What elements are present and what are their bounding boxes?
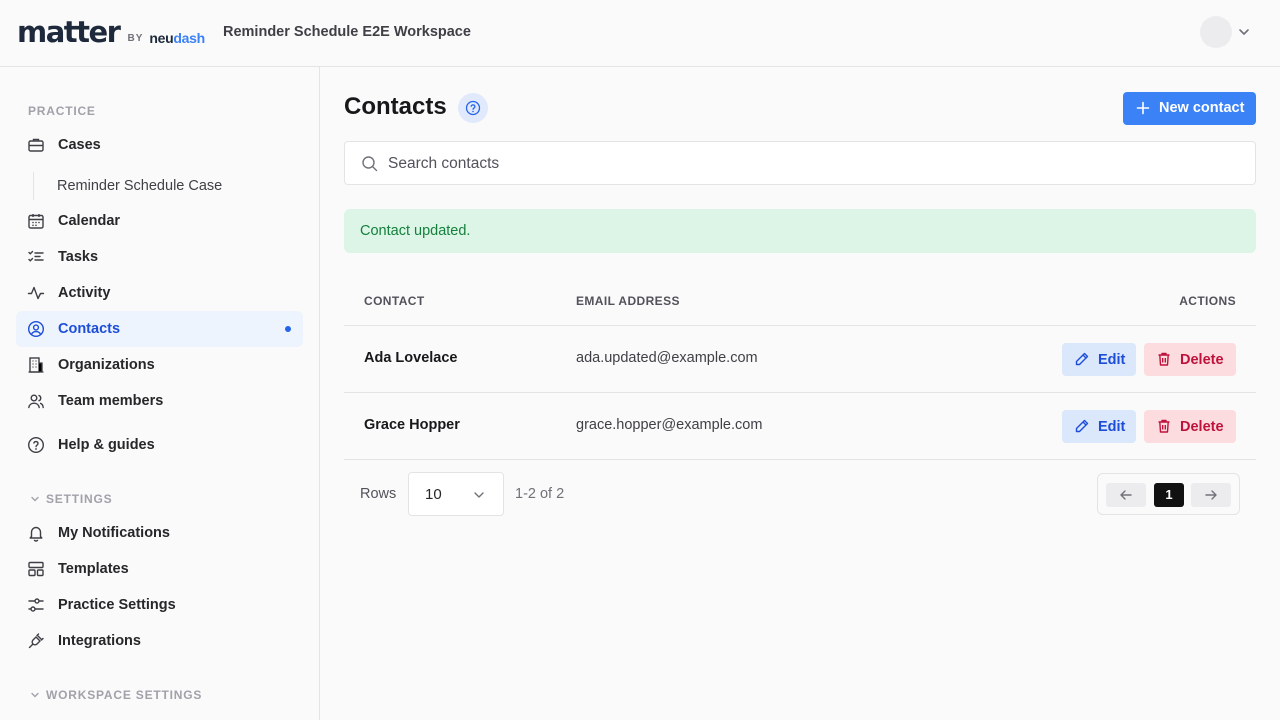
- tasks-icon: [28, 250, 44, 262]
- row-divider: [344, 325, 1256, 326]
- sidebar-item-label: Activity: [58, 285, 111, 301]
- help-button[interactable]: [458, 93, 488, 123]
- logo-text: matter: [17, 15, 121, 49]
- page-title: Contacts: [344, 93, 447, 120]
- sidebar-item-label: Organizations: [58, 357, 155, 373]
- sub-item-divider: [33, 172, 34, 200]
- sidebar-item-organizations[interactable]: Organizations: [16, 347, 303, 383]
- row-divider: [344, 392, 1256, 393]
- sidebar-item-calendar[interactable]: Calendar: [16, 203, 303, 239]
- sidebar-item-tasks[interactable]: Tasks: [16, 239, 303, 275]
- trash-icon: [1158, 419, 1170, 433]
- sidebar-item-practice-settings[interactable]: Practice Settings: [16, 587, 303, 623]
- sidebar-item-templates[interactable]: Templates: [16, 551, 303, 587]
- search-input[interactable]: [388, 153, 1188, 175]
- row-divider: [344, 459, 1256, 460]
- delete-label: Delete: [1180, 419, 1224, 435]
- column-header-actions: ACTIONS: [1179, 294, 1236, 308]
- sidebar-item-label: Practice Settings: [58, 597, 176, 613]
- sidebar-subitem-reminder-schedule-case[interactable]: Reminder Schedule Case: [57, 178, 222, 194]
- sidebar: PRACTICE Cases Reminder Schedule Case Ca…: [0, 67, 320, 720]
- pencil-icon: [1075, 419, 1089, 433]
- help-icon: [27, 436, 45, 454]
- contact-name[interactable]: Grace Hopper: [364, 417, 460, 433]
- delete-label: Delete: [1180, 352, 1224, 368]
- logo-brand-part-a: neu: [149, 30, 174, 46]
- section-label-settings[interactable]: SETTINGS: [46, 492, 112, 506]
- next-page-button[interactable]: [1191, 483, 1231, 507]
- edit-button[interactable]: Edit: [1062, 343, 1136, 376]
- sidebar-item-team-members[interactable]: Team members: [16, 383, 303, 419]
- sidebar-item-integrations[interactable]: Integrations: [16, 623, 303, 659]
- pagination: 1: [1097, 473, 1240, 515]
- help-icon: [465, 100, 481, 116]
- sidebar-item-activity[interactable]: Activity: [16, 275, 303, 311]
- logo-by: BY: [127, 33, 144, 44]
- workspace-title: Reminder Schedule E2E Workspace: [223, 24, 471, 40]
- delete-button[interactable]: Delete: [1144, 343, 1236, 376]
- new-contact-label: New contact: [1159, 100, 1245, 116]
- contacts-icon: [27, 320, 45, 338]
- active-indicator-dot: [285, 326, 291, 332]
- sidebar-item-label: My Notifications: [58, 525, 170, 541]
- previous-page-button[interactable]: [1106, 483, 1146, 507]
- success-toast: Contact updated.: [344, 209, 1256, 253]
- sidebar-item-label: Cases: [58, 137, 101, 153]
- chevron-down-icon[interactable]: [29, 689, 41, 701]
- rows-label: Rows: [360, 486, 397, 502]
- sliders-icon: [28, 598, 44, 612]
- chevron-down-icon[interactable]: [29, 493, 41, 505]
- edit-button[interactable]: Edit: [1062, 410, 1136, 443]
- arrow-left-icon: [1120, 490, 1132, 500]
- search-icon: [362, 156, 378, 172]
- briefcase-icon: [28, 138, 44, 152]
- avatar[interactable]: [1200, 16, 1232, 48]
- sidebar-item-label: Help & guides: [58, 437, 155, 453]
- activity-icon: [27, 286, 45, 300]
- calendar-icon: [28, 214, 44, 229]
- bell-icon: [29, 526, 43, 542]
- column-header-email: EMAIL ADDRESS: [576, 294, 680, 308]
- edit-label: Edit: [1098, 352, 1126, 368]
- page-button-current[interactable]: 1: [1154, 483, 1184, 507]
- sidebar-item-label: Templates: [58, 561, 129, 577]
- sidebar-item-contacts[interactable]: Contacts: [16, 311, 303, 347]
- sidebar-item-my-notifications[interactable]: My Notifications: [16, 515, 303, 551]
- top-bar: matter BY neudash Reminder Schedule E2E …: [0, 0, 1280, 67]
- contact-email: grace.hopper@example.com: [576, 417, 763, 433]
- logo-brand: neudash: [149, 30, 205, 46]
- search-box[interactable]: [344, 141, 1256, 185]
- contact-email: ada.updated@example.com: [576, 350, 758, 366]
- new-contact-button[interactable]: New contact: [1123, 92, 1256, 125]
- section-label-practice: PRACTICE: [28, 104, 96, 118]
- sidebar-item-label: Tasks: [58, 249, 99, 265]
- sidebar-item-label: Calendar: [58, 213, 121, 229]
- logo-brand-part-b: dash: [173, 30, 205, 46]
- rows-per-page-select[interactable]: 10: [408, 472, 504, 516]
- pencil-icon: [1075, 352, 1089, 366]
- building-icon: [28, 357, 44, 373]
- edit-label: Edit: [1098, 419, 1126, 435]
- pagination-range: 1-2 of 2: [515, 486, 565, 502]
- sidebar-item-label: Contacts: [58, 321, 121, 337]
- plug-icon: [28, 633, 44, 649]
- team-icon: [28, 394, 44, 409]
- sidebar-item-help[interactable]: Help & guides: [16, 427, 303, 463]
- section-label-workspace-settings[interactable]: WORKSPACE SETTINGS: [46, 688, 202, 702]
- rows-per-page-value: 10: [425, 486, 442, 503]
- app-logo[interactable]: matter BY neudash: [17, 17, 205, 47]
- column-header-contact: CONTACT: [364, 294, 425, 308]
- trash-icon: [1158, 352, 1170, 366]
- sidebar-item-cases[interactable]: Cases: [16, 127, 303, 163]
- sidebar-item-label: Integrations: [58, 633, 141, 649]
- sidebar-item-label: Team members: [58, 393, 164, 409]
- arrow-right-icon: [1205, 490, 1217, 500]
- contact-name[interactable]: Ada Lovelace: [364, 350, 458, 366]
- templates-icon: [28, 561, 44, 577]
- chevron-down-icon[interactable]: [1237, 25, 1251, 39]
- plus-icon: [1136, 101, 1150, 115]
- chevron-down-icon: [474, 492, 484, 498]
- delete-button[interactable]: Delete: [1144, 410, 1236, 443]
